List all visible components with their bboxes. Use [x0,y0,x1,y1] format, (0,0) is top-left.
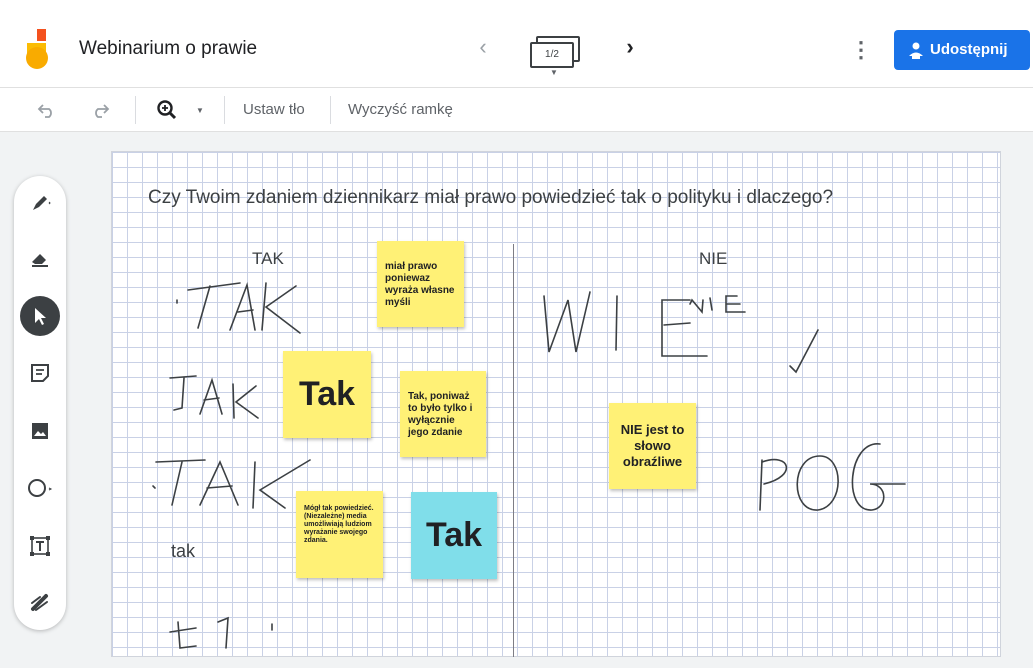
typed-text[interactable]: tak [171,541,195,562]
select-icon [35,308,46,325]
sticky-note-text: Tak [425,516,483,554]
set-background-button[interactable]: Ustaw tło [243,96,305,124]
text-box-tool[interactable] [20,526,60,566]
share-button[interactable]: Udostępnij [894,30,1030,70]
more-vert-icon[interactable]: ⋮ [850,36,872,64]
sticky-note-icon [31,364,49,382]
select-tool[interactable] [20,296,60,336]
app-header: Webinarium o prawie ‹ 1/2 ▼ › ⋮ Udostępn… [0,0,1033,88]
eraser-tool[interactable] [20,238,60,278]
toolbar-divider [224,96,225,124]
column-nie-label[interactable]: NIE [699,249,727,269]
jamboard-logo [26,29,48,69]
text-box-icon [30,536,50,556]
laser-tool[interactable] [20,582,60,622]
sticky-note[interactable]: miał prawo poniewaz wyraża własne myśli [377,241,464,327]
sticky-note[interactable]: Tak [411,492,497,579]
tool-rail [14,176,66,630]
jam-canvas[interactable] [111,151,1001,657]
question-text[interactable]: Czy Twoim zdaniem dziennikarz miał prawo… [148,187,833,209]
zoom-icon[interactable] [156,99,178,121]
sticky-note[interactable]: Tak [283,351,371,438]
column-divider-line[interactable] [513,244,514,657]
chevron-left-icon[interactable]: ‹ [473,34,493,60]
sticky-note-text: Tak, poniważ to było tylko i wyłącznie j… [408,391,473,438]
sticky-note-text: NIE jest to słowo obraźliwe [620,422,685,469]
column-tak-label[interactable]: TAK [252,249,284,269]
image-icon [32,423,48,439]
image-tool[interactable] [20,411,60,451]
redo-icon[interactable] [90,102,110,118]
sticky-note-text: Mógł tak powiedzieć. (Niezależne) media … [304,505,374,544]
person-share-icon [909,42,923,59]
dropdown-icon[interactable]: ▼ [196,106,204,115]
sticky-note[interactable]: NIE jest to słowo obraźliwe [609,403,696,489]
frame-counter: 1/2 [530,42,574,68]
clear-frame-button[interactable]: Wyczyść ramkę [348,96,453,124]
sticky-note-text: Tak [298,375,356,413]
frame-bar-toggle[interactable]: 1/2 ▼ [530,36,580,77]
sticky-note[interactable]: Tak, poniważ to było tylko i wyłącznie j… [400,371,486,457]
board-title[interactable]: Webinarium o prawie [79,38,257,60]
toolbar-divider [330,96,331,124]
laser-icon [31,594,48,611]
pen-icon [33,196,51,210]
sticky-note-tool[interactable] [20,353,60,393]
toolbar-divider [135,96,136,124]
caret-down-icon: ▼ [550,68,558,77]
edit-toolbar: ▼ Ustaw tło Wyczyść ramkę [0,88,1033,132]
chevron-right-icon[interactable]: › [620,34,640,60]
eraser-icon [32,254,48,267]
sticky-note-text: miał prawo poniewaz wyraża własne myśli [385,261,455,308]
pen-tool[interactable] [20,182,60,222]
shape-tool[interactable] [20,468,60,508]
undo-icon[interactable] [37,102,57,118]
sticky-note[interactable]: Mógł tak powiedzieć. (Niezależne) media … [296,491,383,578]
share-label: Udostępnij [930,41,1008,58]
circle-icon [28,479,53,497]
